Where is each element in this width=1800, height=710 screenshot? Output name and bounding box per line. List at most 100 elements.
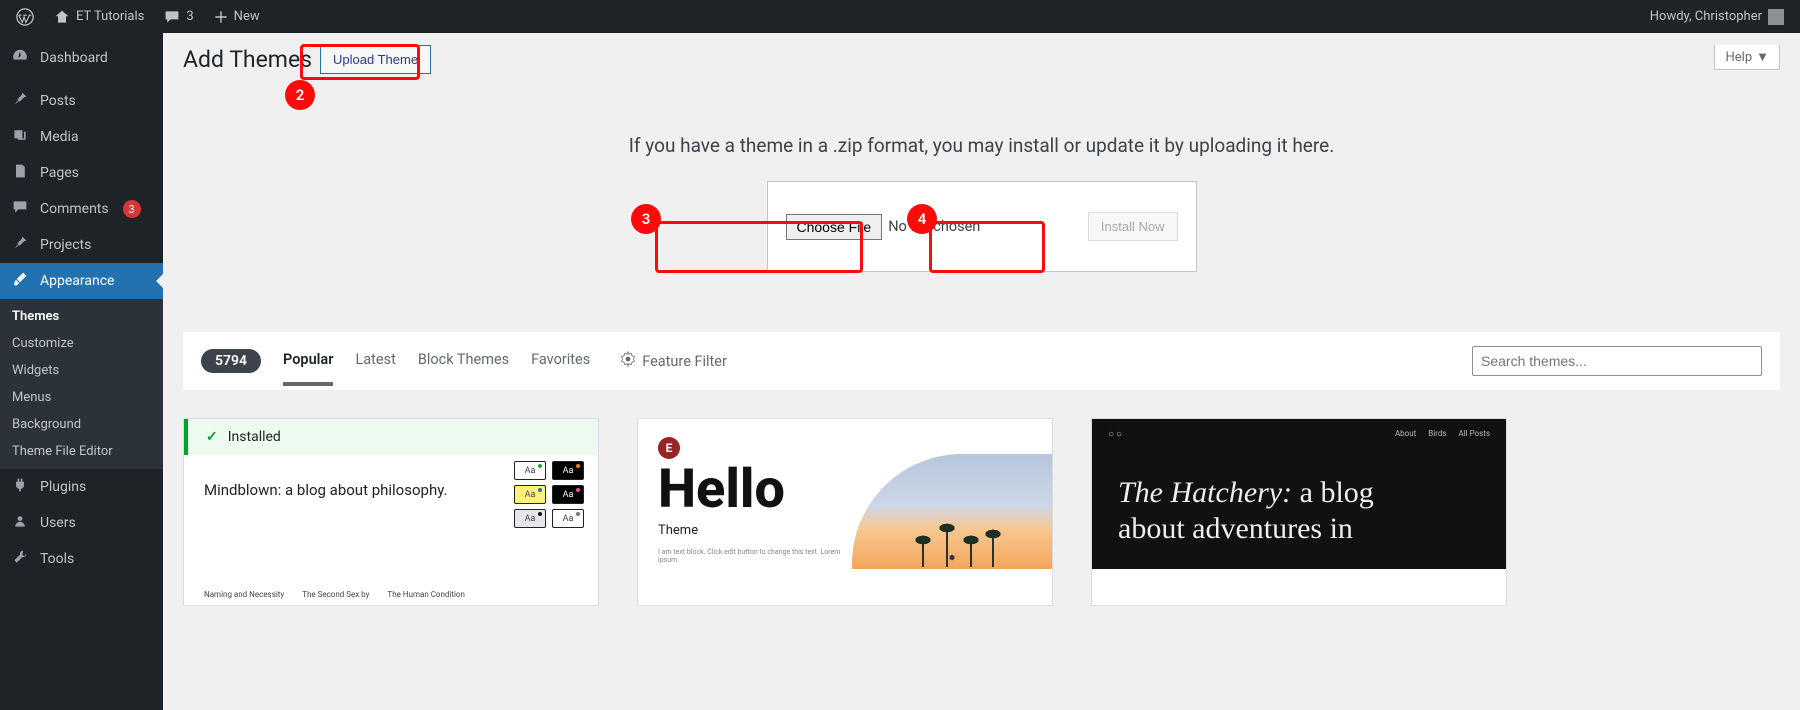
nav-item: Birds <box>1428 429 1446 438</box>
menu-comments[interactable]: Comments 3 <box>0 191 163 227</box>
preview-col3: The Human Condition <box>387 590 464 599</box>
theme-preview: Mindblown: a blog about philosophy. AaAa… <box>184 455 598 605</box>
tab-favorites[interactable]: Favorites <box>531 351 590 386</box>
theme-card[interactable]: E Hello Theme I am text block. Click edi… <box>637 418 1053 606</box>
theme-preview: E Hello Theme I am text block. Click edi… <box>638 419 1052 569</box>
wordpress-icon <box>16 8 34 26</box>
check-icon: ✓ <box>206 429 218 445</box>
help-label: Help <box>1725 50 1752 65</box>
nav-item: About <box>1395 429 1416 438</box>
home-icon <box>54 9 70 25</box>
annotation-badge-4: 4 <box>907 204 937 234</box>
menu-appearance[interactable]: Appearance <box>0 263 163 299</box>
installed-banner: ✓ Installed <box>184 419 598 455</box>
menu-posts[interactable]: Posts <box>0 83 163 119</box>
theme-count: 5794 <box>201 349 261 373</box>
elementor-icon: E <box>658 437 680 459</box>
adminbar-comments-count: 3 <box>186 9 193 24</box>
preview-logo: ○○ <box>1108 429 1124 440</box>
pin-icon <box>10 235 30 255</box>
page-title: Add Themes <box>183 46 312 73</box>
tab-block-themes[interactable]: Block Themes <box>418 351 509 386</box>
new-label: New <box>234 9 260 24</box>
installed-label: Installed <box>228 429 281 445</box>
theme-preview: ○○ About Birds All Posts The Hatchery: a… <box>1092 419 1506 569</box>
menu-appearance-label: Appearance <box>40 273 114 289</box>
menu-tools-label: Tools <box>40 551 74 567</box>
menu-pages[interactable]: Pages <box>0 155 163 191</box>
users-icon <box>10 513 30 533</box>
menu-media[interactable]: Media <box>0 119 163 155</box>
preview-headline: The Hatchery: a blog about adventures in <box>1118 475 1438 547</box>
feature-filter-label: Feature Filter <box>642 353 727 370</box>
comment-icon <box>10 199 30 219</box>
menu-users[interactable]: Users <box>0 505 163 541</box>
brush-icon <box>10 271 30 291</box>
submenu-menus[interactable]: Menus <box>0 384 163 411</box>
choose-file-button[interactable]: Choose File <box>786 214 883 240</box>
upload-hint-text: If you have a theme in a .zip format, yo… <box>183 134 1780 157</box>
menu-tools[interactable]: Tools <box>0 541 163 577</box>
nav-item: All Posts <box>1458 429 1490 438</box>
submenu-themes[interactable]: Themes <box>0 303 163 330</box>
tab-latest[interactable]: Latest <box>355 351 395 386</box>
pin-icon <box>10 91 30 111</box>
theme-filter-bar: 5794 Popular Latest Block Themes Favorit… <box>183 332 1780 390</box>
upload-theme-button[interactable]: Upload Theme <box>320 45 431 74</box>
submenu-theme-editor[interactable]: Theme File Editor <box>0 438 163 465</box>
site-name: ET Tutorials <box>76 9 144 24</box>
help-tab[interactable]: Help ▼ <box>1714 45 1780 70</box>
theme-grid: ✓ Installed Mindblown: a blog about phil… <box>183 418 1780 606</box>
headline-italic: The Hatchery: <box>1118 476 1292 509</box>
user-avatar <box>1768 9 1784 25</box>
preview-col2: The Second Sex by <box>302 590 369 599</box>
site-home-link[interactable]: ET Tutorials <box>46 0 152 33</box>
wrench-icon <box>10 549 30 569</box>
upload-panel: If you have a theme in a .zip format, yo… <box>183 134 1780 272</box>
gear-icon <box>620 351 636 371</box>
menu-comments-label: Comments <box>40 201 109 217</box>
admin-top-bar: ET Tutorials 3 New Howdy, Christopher <box>0 0 1800 33</box>
menu-dashboard-label: Dashboard <box>40 50 108 66</box>
page-icon <box>10 163 30 183</box>
chevron-down-icon: ▼ <box>1756 49 1769 65</box>
adminbar-comments[interactable]: 3 <box>156 0 201 33</box>
feature-filter-link[interactable]: Feature Filter <box>620 351 727 371</box>
menu-posts-label: Posts <box>40 93 76 109</box>
howdy-text: Howdy, Christopher <box>1650 9 1762 24</box>
theme-card[interactable]: ✓ Installed Mindblown: a blog about phil… <box>183 418 599 606</box>
tab-popular[interactable]: Popular <box>283 351 333 386</box>
menu-pages-label: Pages <box>40 165 79 181</box>
plus-icon <box>214 10 228 24</box>
menu-users-label: Users <box>40 515 76 531</box>
menu-media-label: Media <box>40 129 79 145</box>
media-icon <box>10 127 30 147</box>
admin-sidebar: Dashboard Posts Media Pages Comments 3 P… <box>0 33 163 710</box>
theme-card[interactable]: ○○ About Birds All Posts The Hatchery: a… <box>1091 418 1507 606</box>
annotation-badge-2: 2 <box>285 80 315 110</box>
wp-logo[interactable] <box>8 0 42 33</box>
menu-projects[interactable]: Projects <box>0 227 163 263</box>
gauge-icon <box>10 47 30 69</box>
plug-icon <box>10 477 30 497</box>
content-area: Help ▼ Add Themes Upload Theme If you ha… <box>163 33 1800 710</box>
comment-icon <box>164 9 180 25</box>
preview-lorem: I am text block. Click edit button to ch… <box>658 548 858 564</box>
upload-box: Choose File No file chosen Install Now <box>767 181 1197 272</box>
menu-plugins-label: Plugins <box>40 479 86 495</box>
adminbar-new[interactable]: New <box>206 0 268 33</box>
style-swatches: AaAa AaAa AaAa <box>514 461 584 528</box>
install-now-button[interactable]: Install Now <box>1088 212 1178 241</box>
submenu-customize[interactable]: Customize <box>0 330 163 357</box>
comments-count-badge: 3 <box>123 200 141 218</box>
menu-dashboard[interactable]: Dashboard <box>0 33 163 83</box>
appearance-submenu: Themes Customize Widgets Menus Backgroun… <box>0 299 163 469</box>
menu-plugins[interactable]: Plugins <box>0 469 163 505</box>
howdy-user[interactable]: Howdy, Christopher <box>1642 0 1792 33</box>
menu-projects-label: Projects <box>40 237 91 253</box>
submenu-background[interactable]: Background <box>0 411 163 438</box>
preview-col1: Naming and Necessity <box>204 590 284 599</box>
submenu-widgets[interactable]: Widgets <box>0 357 163 384</box>
annotation-badge-3: 3 <box>631 204 661 234</box>
search-themes-input[interactable] <box>1472 346 1762 376</box>
